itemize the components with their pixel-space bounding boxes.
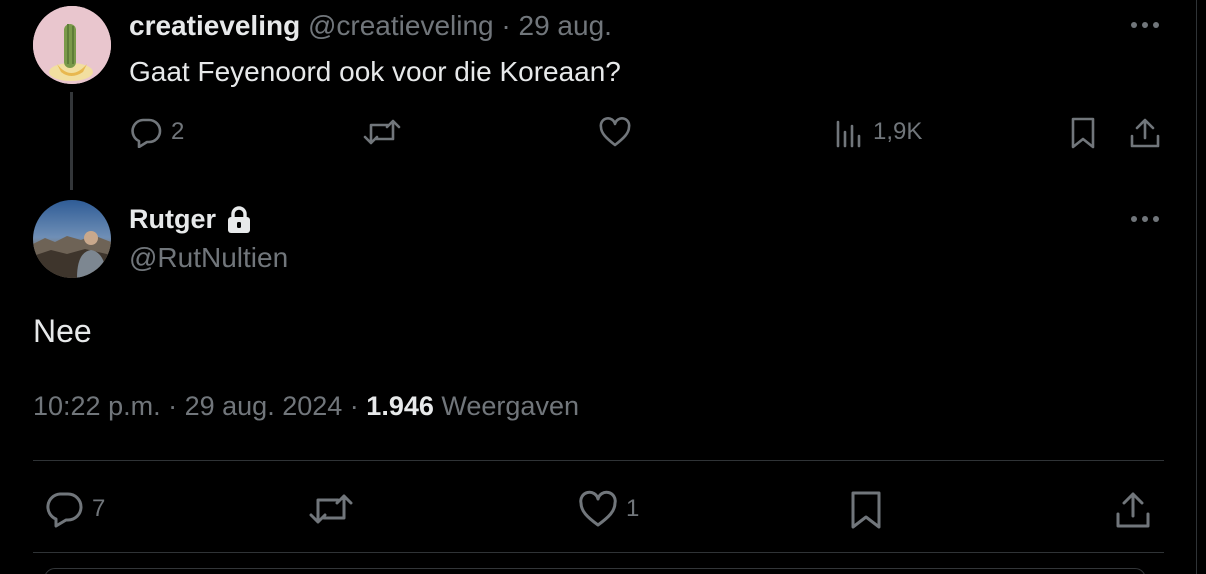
parent-view-count: 1,9K (873, 118, 923, 145)
parent-reply-count: 2 (171, 118, 185, 145)
share-icon (1130, 118, 1160, 148)
reply-meta-separator-2: · (349, 391, 359, 421)
reply-views-label: Weergaven (441, 391, 579, 421)
reply-like-button[interactable]: 1 (578, 490, 639, 528)
lock-icon (228, 205, 250, 233)
reply-icon (46, 492, 83, 528)
bookmark-icon (851, 491, 881, 529)
reply-composer-edge[interactable] (44, 568, 1146, 574)
cactus-avatar-image (33, 6, 111, 84)
column-border (1196, 0, 1197, 574)
parent-share-button[interactable] (1128, 116, 1162, 150)
parent-tweet-text: Gaat Feyenoord ook voor die Koreaan? (129, 56, 621, 87)
reply-bookmark-button[interactable] (848, 490, 884, 530)
reply-icon (131, 118, 162, 148)
reply-tweet-text: Nee (33, 313, 92, 349)
reply-meta-separator: · (168, 391, 178, 421)
like-icon (579, 490, 617, 527)
divider-bottom (33, 552, 1164, 553)
parent-reply-button[interactable]: 2 (129, 116, 184, 148)
parent-meta-separator: · (501, 10, 511, 41)
avatar-creatieveling[interactable] (33, 6, 111, 84)
parent-repost-button[interactable] (362, 116, 410, 148)
parent-more-button[interactable] (1127, 10, 1163, 40)
more-icon (1131, 22, 1159, 28)
reply-date[interactable]: 29 aug. 2024 (185, 391, 343, 421)
views-icon (836, 120, 861, 148)
reply-views-count: 1.946 (366, 391, 434, 421)
bookmark-icon (1071, 117, 1095, 149)
parent-date[interactable]: 29 aug. (519, 10, 612, 41)
like-icon (599, 117, 631, 147)
parent-like-button[interactable] (598, 116, 640, 148)
repost-icon (309, 494, 353, 524)
reply-tweet-meta: 10:22 p.m. · 29 aug. 2024 · 1.946 Weerga… (33, 391, 579, 422)
tweet-thread-view: creatieveling @creatieveling · 29 aug. G… (0, 0, 1206, 574)
parent-handle[interactable]: @creatieveling (308, 10, 494, 41)
parent-tweet-header: creatieveling @creatieveling · 29 aug. (129, 10, 612, 42)
reply-more-button[interactable] (1127, 204, 1163, 234)
reply-time[interactable]: 10:22 p.m. (33, 391, 161, 421)
reply-display-name[interactable]: Rutger (129, 204, 216, 235)
person-avatar-image (33, 231, 111, 278)
reply-reply-count: 7 (92, 495, 106, 522)
parent-views-button[interactable]: 1,9K (833, 116, 922, 148)
parent-bookmark-button[interactable] (1068, 116, 1098, 150)
divider-top (33, 460, 1164, 461)
repost-icon (363, 119, 401, 145)
reply-like-count: 1 (626, 495, 640, 522)
reply-share-button[interactable] (1114, 490, 1152, 530)
avatar-rutger[interactable] (33, 200, 111, 278)
share-icon (1116, 492, 1150, 528)
thread-connector-line (70, 92, 73, 190)
reply-reply-button[interactable]: 7 (44, 490, 105, 528)
more-icon (1131, 216, 1159, 222)
reply-display-name-row: Rutger (129, 204, 252, 235)
reply-handle[interactable]: @RutNultien (129, 242, 288, 274)
reply-repost-button[interactable] (308, 490, 362, 528)
parent-display-name[interactable]: creatieveling (129, 10, 300, 41)
